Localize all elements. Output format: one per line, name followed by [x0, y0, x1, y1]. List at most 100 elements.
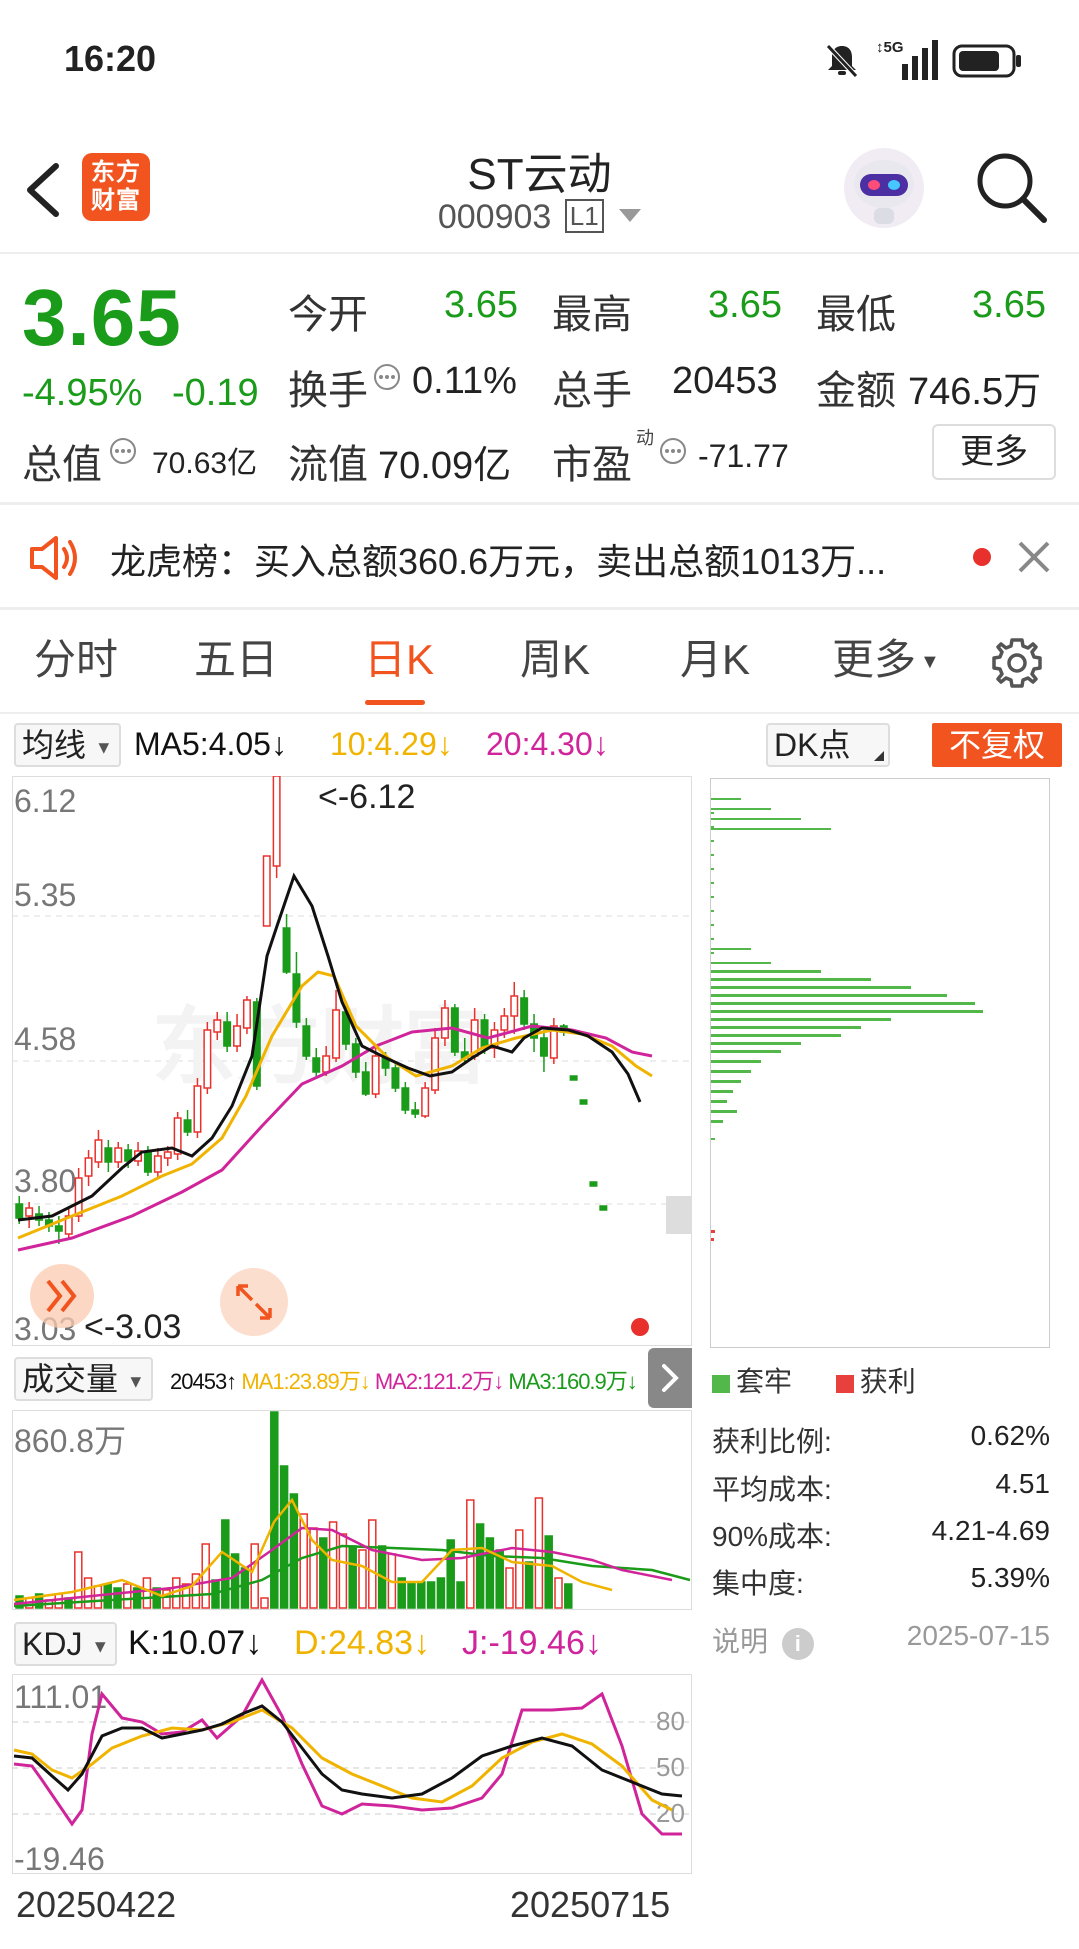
dk-sell-marker[interactable] [30, 1264, 94, 1328]
chip-legend: 套牢 获利 [712, 1360, 916, 1400]
candlestick [589, 1181, 598, 1187]
kdj-y-max: 111.01 [14, 1679, 107, 1715]
chip-distribution-chart[interactable] [710, 778, 1050, 1348]
candlestick [272, 776, 281, 878]
mcap-label: 总值 [22, 443, 102, 487]
close-icon[interactable] [1016, 539, 1052, 575]
info-dots-icon[interactable] [658, 436, 688, 466]
volume-bar [475, 1523, 485, 1609]
chip-bar [711, 970, 821, 973]
chip-stat-concentration: 集中度: 5.39% [712, 1562, 1050, 1599]
volume-bar [358, 1549, 367, 1609]
float-value: 70.09亿 [378, 445, 512, 487]
kdj-j-value: J:-19.46↓ [462, 1624, 602, 1662]
kdj-indicator-selector[interactable]: KDJ ▼ [14, 1622, 118, 1666]
chip-bar [711, 840, 714, 842]
chip-bar [711, 1060, 761, 1063]
volume-bar [54, 1593, 63, 1609]
chip-bar [711, 994, 947, 997]
volume-bar [240, 1567, 250, 1609]
volume-bar [436, 1577, 446, 1609]
volume-bar [250, 1543, 259, 1609]
chip-bar [711, 952, 714, 954]
chip-stat-90-cost: 90%成本: 4.21-4.69 [712, 1515, 1050, 1552]
candlestick [203, 1022, 212, 1094]
candlestick [599, 1205, 608, 1211]
dragon-tiger-banner[interactable]: 龙虎榜：买入总额360.6万元，卖出总额1013万... [0, 505, 1079, 605]
volume-chart[interactable]: 860.8万 [12, 1410, 692, 1610]
volume-bar [348, 1545, 357, 1609]
chip-bar [711, 1042, 801, 1045]
status-time: 16:20 [64, 38, 157, 79]
chip-bar [711, 948, 751, 950]
volume-bar [328, 1521, 338, 1609]
expand-chart-icon[interactable] [220, 1268, 288, 1336]
kline-chart[interactable]: 东方财富 6.12 5.35 4.58 3.80 3.03 <-6.12 <-3… [12, 776, 692, 1346]
chip-note-row[interactable]: 说明 i 2025-07-15 [712, 1620, 1050, 1660]
chip-bar [711, 828, 831, 830]
speaker-icon [30, 536, 77, 580]
search-icon[interactable] [972, 148, 1050, 226]
chip-stat-profit-ratio: 获利比例: 0.62% [712, 1420, 1050, 1457]
active-tab-indicator [365, 700, 425, 705]
float-label: 流值 [288, 443, 368, 487]
volume-bar [142, 1577, 152, 1609]
current-price: 3.65 [22, 273, 182, 362]
candlestick [579, 1099, 588, 1105]
adjust-type-button[interactable]: 不复权 [932, 723, 1062, 767]
volume-bar [201, 1543, 210, 1609]
candlestick [193, 1078, 202, 1138]
chevron-right-icon[interactable] [648, 1348, 692, 1408]
tab-monthly-k[interactable]: 月K [680, 610, 750, 710]
kdj-d-value: D:24.83↓ [294, 1624, 431, 1662]
y-tick-5-35: 5.35 [14, 877, 76, 913]
open-label: 今开 [288, 293, 368, 337]
min-price-marker: <-3.03 [84, 1308, 181, 1346]
volume-bar [456, 1581, 465, 1609]
ma-selector[interactable]: 均线 ▼ [14, 723, 121, 767]
tab-daily-k[interactable]: 日K [364, 610, 434, 710]
tab-weekly-k[interactable]: 周K [520, 610, 590, 710]
volume-bar [123, 1583, 132, 1609]
volume-bar [426, 1581, 436, 1609]
robot-assistant-icon[interactable] [842, 146, 926, 230]
volume-bar [524, 1561, 534, 1609]
chip-bar [711, 924, 714, 926]
chip-bar-profit [711, 1230, 715, 1233]
chip-bar-profit [711, 1238, 714, 1241]
volume-bar [534, 1497, 544, 1609]
info-dots-icon[interactable] [372, 362, 402, 392]
change-abs: -0.19 [172, 372, 259, 414]
volume-bar [564, 1583, 573, 1609]
more-button[interactable]: 更多 [932, 424, 1056, 480]
kdj-chart[interactable]: 111.01 -19.46 80 50 20 [12, 1674, 692, 1874]
turnover-label: 换手 [288, 369, 368, 413]
chip-bar [711, 986, 911, 989]
chip-bar [711, 1070, 751, 1073]
info-dots-icon[interactable] [108, 436, 138, 466]
tab-more[interactable]: 更多 ▼ [832, 610, 940, 712]
svg-text:↕5G: ↕5G [876, 39, 904, 56]
mute-icon [826, 44, 858, 78]
pe-label: 市盈 [552, 443, 632, 487]
chip-bar [711, 1080, 741, 1083]
y-tick-4-58: 4.58 [14, 1021, 76, 1057]
settings-gear-icon[interactable] [990, 636, 1044, 690]
chip-bar [711, 808, 771, 810]
volume-indicator-selector[interactable]: 成交量 ▼ [14, 1357, 153, 1401]
kdj-level-50: 50 [656, 1752, 685, 1782]
volume-bar [505, 1567, 514, 1609]
amount-label: 金额 [816, 369, 896, 413]
dk-point-selector[interactable]: DK点 [766, 723, 890, 767]
unread-dot [973, 548, 991, 566]
chip-bar [711, 1002, 975, 1005]
chip-bar [711, 798, 714, 800]
tab-five-day[interactable]: 五日 [194, 610, 278, 710]
kdj-level-80: 80 [656, 1706, 685, 1736]
tab-intraday[interactable]: 分时 [34, 610, 118, 710]
chip-bar [711, 1110, 737, 1113]
chip-bar [711, 854, 714, 856]
high-value: 3.65 [708, 284, 782, 326]
chip-bar [711, 1026, 861, 1029]
chevron-down-icon [619, 209, 642, 222]
